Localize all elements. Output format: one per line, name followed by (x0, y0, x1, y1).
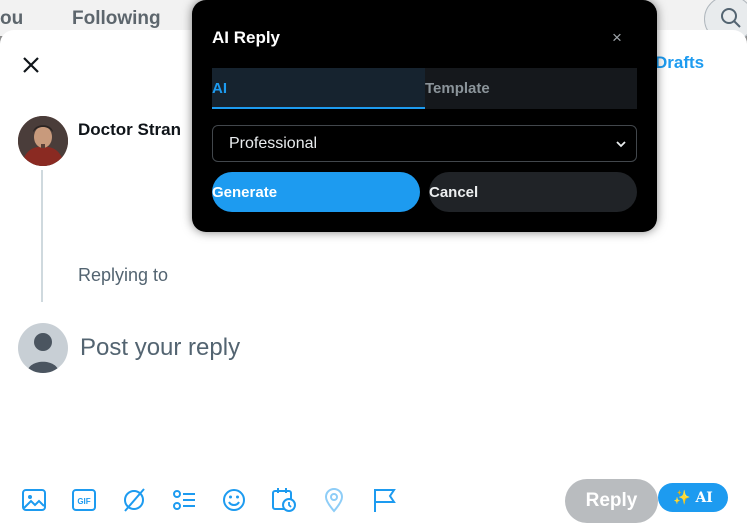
generate-button[interactable]: Generate (212, 172, 420, 212)
image-icon[interactable] (20, 486, 48, 514)
tone-selected-value: Professional (229, 135, 318, 152)
grok-icon[interactable] (120, 486, 148, 514)
flag-icon[interactable] (370, 486, 398, 514)
close-icon[interactable] (19, 53, 43, 77)
tab-template[interactable]: Template (425, 68, 637, 109)
tab-for-you[interactable]: ou (0, 8, 23, 30)
chevron-down-icon (616, 141, 626, 148)
ai-reply-modal: AI Reply × AI Template Professional Gene… (192, 0, 657, 232)
author-name[interactable]: Doctor Stran (78, 120, 181, 140)
tab-ai[interactable]: AI (212, 68, 425, 109)
replying-to-label: Replying to (78, 265, 169, 285)
modal-title: AI Reply (212, 28, 281, 47)
svg-text:GIF: GIF (77, 497, 90, 506)
author-avatar[interactable] (18, 116, 68, 166)
poll-icon[interactable] (170, 486, 198, 514)
tone-select[interactable]: Professional (212, 125, 637, 162)
reply-text-input[interactable] (80, 332, 500, 364)
drafts-link[interactable]: Drafts (655, 53, 704, 73)
tab-following[interactable]: Following (72, 8, 161, 30)
schedule-icon[interactable] (270, 486, 298, 514)
cancel-button[interactable]: Cancel (429, 172, 637, 212)
reply-button[interactable]: Reply (565, 479, 658, 523)
emoji-icon[interactable] (220, 486, 248, 514)
gif-icon[interactable]: GIF (70, 486, 98, 514)
ai-button[interactable]: ✨ AI (658, 483, 728, 512)
user-avatar (18, 323, 68, 373)
modal-tabs: AI Template (212, 68, 637, 109)
redacted-area (78, 150, 198, 240)
close-icon[interactable]: × (612, 28, 622, 48)
redacted-area-2 (180, 230, 305, 285)
thread-line (41, 170, 43, 302)
location-icon (324, 487, 344, 513)
